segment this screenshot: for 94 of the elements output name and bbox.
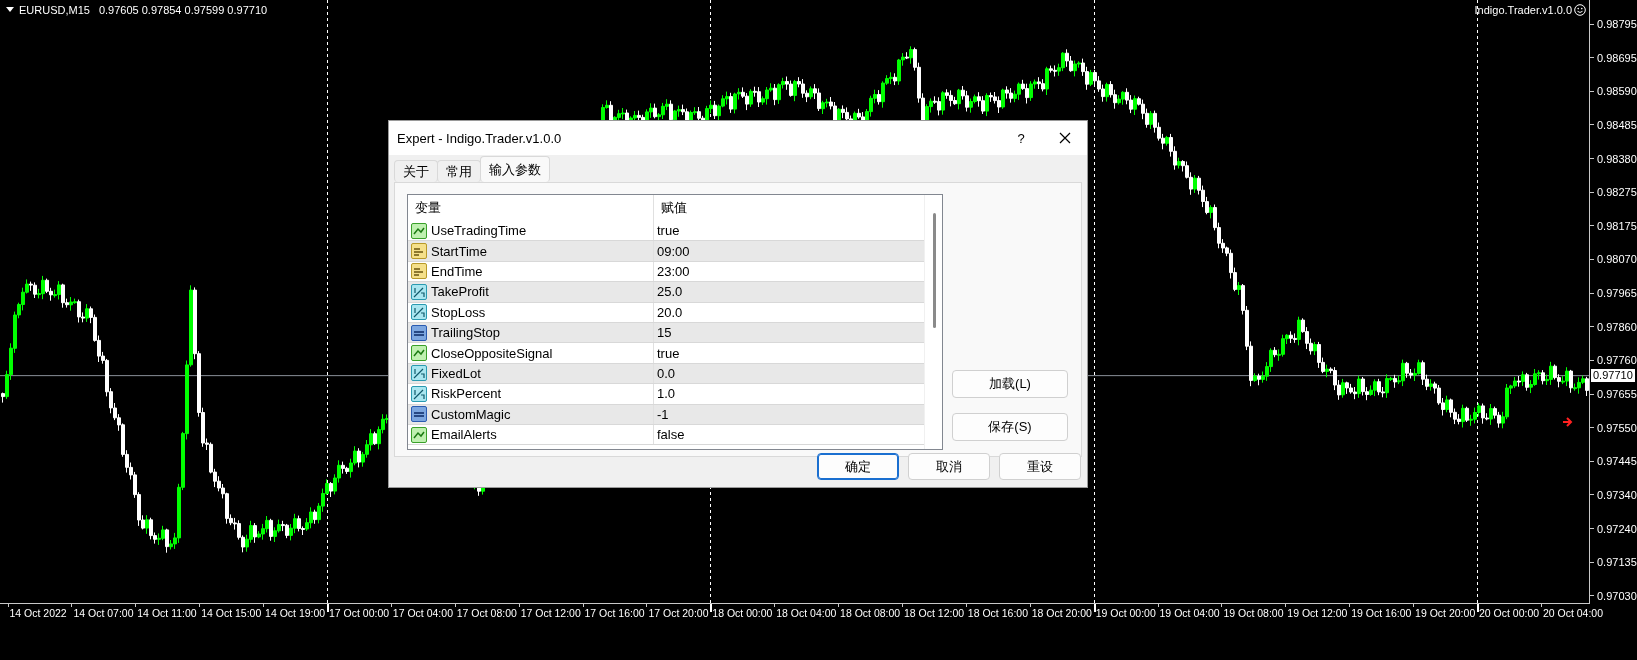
time-label: 18 Oct 08:00 [840,607,901,619]
time-label: 18 Oct 12:00 [903,607,965,619]
price-label: 0.97655 [1597,388,1637,401]
time-label: 14 Oct 15:00 [201,607,262,619]
price-label: 0.98275 [1597,186,1637,199]
time-label: 19 Oct 12:00 [1287,607,1348,619]
price-label: 0.97240 [1597,522,1637,535]
parameter-name: CloseOppositeSignal [431,345,553,361]
parameter-value[interactable]: 23:00 [654,263,690,279]
ohlc-quotes: 0.97605 0.97854 0.97599 0.97710 [98,4,268,16]
side-button[interactable]: 保存(S) [952,413,1068,441]
column-header[interactable]: 变量 [408,195,654,221]
number-icon [411,406,427,423]
price-label: 0.97550 [1597,421,1637,434]
number-icon [411,324,427,341]
price-label: 0.97135 [1597,556,1637,569]
time-label: 20 Oct 04:00 [1542,607,1603,619]
price-label: 0.98175 [1597,219,1637,232]
close-icon [1059,132,1071,144]
time-label: 17 Oct 00:00 [328,607,390,619]
time-label: 14 Oct 2022 [9,607,67,619]
parameter-name: RiskPercent [431,386,502,402]
dialog-button[interactable]: 确定 [817,453,899,480]
parameter-name: EndTime [431,263,483,279]
fraction-icon [411,283,427,300]
parameter-value[interactable]: 25.0 [654,284,683,300]
dropdown-icon[interactable] [6,7,14,13]
parameter-value[interactable]: 0.0 [654,365,676,381]
fraction-icon [411,385,427,402]
time-label: 14 Oct 19:00 [265,607,326,619]
parameter-name: UseTradingTime [431,223,527,239]
scrollbar-thumb[interactable] [933,213,936,328]
price-label: 0.98070 [1597,253,1637,266]
side-button[interactable]: 加载(L) [952,370,1068,398]
parameter-value[interactable]: true [654,345,680,361]
time-label: 14 Oct 07:00 [73,607,134,619]
price-label: 0.98795 [1597,18,1637,30]
symbol-label: EURUSD,M15 [19,4,90,16]
parameter-name: FixedLot [431,365,481,381]
price-label: 0.97340 [1597,488,1637,501]
parameter-value[interactable]: 15 [654,325,672,341]
time-label: 17 Oct 08:00 [456,607,517,619]
column-header[interactable]: 赋值 [654,195,687,221]
parameter-name: CustomMagic [431,406,511,422]
parameter-value[interactable]: 20.0 [654,304,683,320]
price-label: 0.98485 [1597,118,1637,131]
time-label: 19 Oct 20:00 [1415,607,1476,619]
text-icon [411,263,427,280]
price-label: 0.97760 [1597,354,1637,367]
tab[interactable]: 关于 [394,160,438,182]
smiley-icon[interactable] [1574,4,1586,16]
time-label: 19 Oct 00:00 [1095,607,1156,619]
parameter-value[interactable]: 09:00 [654,243,690,259]
price-label: 0.97965 [1597,287,1637,300]
fraction-icon [411,365,427,382]
parameter-value[interactable]: -1 [654,406,669,422]
time-label: 17 Oct 20:00 [648,607,709,619]
time-label: 19 Oct 08:00 [1223,607,1284,619]
parameter-value[interactable]: false [654,427,685,443]
dialog-button[interactable]: 取消 [908,453,990,480]
parameter-name: TakeProfit [431,284,489,300]
fraction-icon [411,304,427,321]
tab[interactable]: 常用 [437,160,481,182]
time-label: 18 Oct 00:00 [712,607,773,619]
parameter-value[interactable]: 1.0 [654,386,676,402]
tab[interactable]: 输入参数 [480,156,550,182]
time-label: 17 Oct 04:00 [392,607,453,619]
parameter-name: EmailAlerts [431,427,497,443]
dialog-button[interactable]: 重设 [999,453,1081,480]
parameter-value[interactable]: true [654,223,680,239]
parameter-name: StopLoss [431,304,486,320]
price-label: 0.97445 [1597,455,1637,468]
help-button[interactable]: ? [999,130,1043,146]
time-label: 14 Oct 11:00 [137,607,197,619]
price-label: 0.98590 [1597,85,1637,98]
time-label: 18 Oct 04:00 [776,607,837,619]
price-label: 0.98380 [1597,152,1637,165]
time-label: 17 Oct 16:00 [584,607,645,619]
time-label: 17 Oct 12:00 [520,607,581,619]
price-label: 0.97860 [1597,320,1637,333]
time-label: 20 Oct 00:00 [1479,607,1540,619]
price-label: 0.97030 [1597,589,1637,602]
time-label: 19 Oct 16:00 [1351,607,1412,619]
time-label: 19 Oct 04:00 [1159,607,1220,619]
parameter-name: StartTime [431,243,487,259]
current-price-tag: 0.97710 [1591,369,1635,383]
text-icon [411,243,427,260]
window-title: Expert - Indigo.Trader.v1.0.0 [397,130,563,146]
price-label: 0.98695 [1597,51,1637,64]
expert-name-label: Indigo.Trader.v1.0.0 [1474,4,1572,16]
time-label: 18 Oct 16:00 [967,607,1028,619]
time-label: 18 Oct 20:00 [1031,607,1092,619]
trade-arrow-icon [1562,417,1573,427]
parameter-name: TrailingStop [431,325,500,341]
